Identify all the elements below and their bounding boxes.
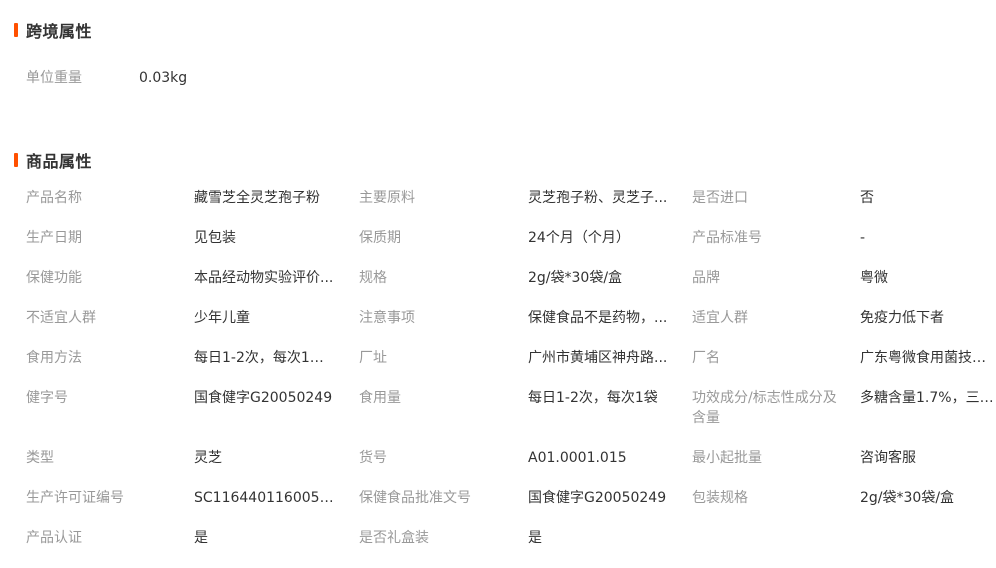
attr-label: 规格 xyxy=(359,270,387,286)
attr-value: 少年儿童 xyxy=(194,310,250,326)
attr-label: 包装规格 xyxy=(692,490,748,506)
unit-weight-value: 0.03kg xyxy=(139,70,188,86)
attr-label: 是否进口 xyxy=(692,190,748,206)
attr-label: 食用量 xyxy=(359,390,401,406)
attr-value: A01.0001.015 xyxy=(528,450,627,466)
attr-label: 保健食品批准文号 xyxy=(359,490,471,506)
attr-label: 品牌 xyxy=(692,270,720,286)
attr-label: 厂址 xyxy=(359,350,387,366)
attr-value: 国食健字G20050249 xyxy=(194,390,333,406)
attr-label: 保质期 xyxy=(359,230,401,246)
attr-label: 最小起批量 xyxy=(692,450,762,466)
attr-value: 保健食品不是药物，... xyxy=(528,310,668,326)
attr-label: 生产许可证编号 xyxy=(26,490,124,506)
attr-label: 健字号 xyxy=(26,390,68,406)
attr-value: 见包装 xyxy=(194,230,236,246)
section-marker xyxy=(14,23,18,37)
attr-label: 食用方法 xyxy=(26,350,82,366)
attr-label: 产品认证 xyxy=(26,530,82,546)
attr-value: 国食健字G20050249 xyxy=(528,490,667,506)
product-attr-section-title: 商品属性 xyxy=(14,150,93,171)
attr-value: 多糖含量1.7%，三萜... xyxy=(860,390,996,406)
attr-value: 2g/袋*30袋/盒 xyxy=(528,270,623,286)
unit-weight-label: 单位重量 xyxy=(26,70,82,86)
attr-value: 免疫力低下者 xyxy=(860,310,944,326)
attr-value: 灵芝孢子粉、灵芝子... xyxy=(528,190,668,206)
attr-label: 注意事项 xyxy=(359,310,415,326)
attr-label: 主要原料 xyxy=(359,190,415,206)
attr-value: 粤微 xyxy=(860,270,888,286)
attr-value: - xyxy=(860,230,866,246)
product-attr-title: 商品属性 xyxy=(26,152,93,171)
attr-value: 每日1-2次，每次1袋... xyxy=(194,350,334,366)
attr-value: 是 xyxy=(528,530,542,546)
attr-label: 保健功能 xyxy=(26,270,82,286)
cross-border-title: 跨境属性 xyxy=(26,22,93,41)
attr-value: 每日1-2次，每次1袋 xyxy=(528,390,658,406)
attr-value: 广州市黄埔区神舟路... xyxy=(528,350,668,366)
attr-label: 产品标准号 xyxy=(692,230,762,246)
attr-label: 产品名称 xyxy=(26,190,82,206)
attr-value: SC11644011600513 xyxy=(194,490,334,506)
attr-value: 藏雪芝全灵芝孢子粉 xyxy=(194,190,320,206)
attr-value: 本品经动物实验评价... xyxy=(194,270,334,286)
attr-value: 灵芝 xyxy=(194,450,222,466)
attr-label: 类型 xyxy=(26,450,54,466)
attr-label: 是否礼盒装 xyxy=(359,530,429,546)
attr-label: 适宜人群 xyxy=(692,310,748,326)
attr-label: 功效成分/标志性成分及含量 xyxy=(692,390,837,426)
attr-value: 是 xyxy=(194,530,208,546)
attr-label: 货号 xyxy=(359,450,387,466)
attr-value: 否 xyxy=(860,190,874,206)
attr-value: 广东粤微食用菌技术... xyxy=(860,350,996,366)
attr-value: 咨询客服 xyxy=(860,450,916,466)
cross-border-section-title: 跨境属性 xyxy=(14,20,93,41)
attr-label: 不适宜人群 xyxy=(26,310,96,326)
attr-value: 2g/袋*30袋/盒 xyxy=(860,490,955,506)
product-attributes-table: 产品名称 藏雪芝全灵芝孢子粉 主要原料 灵芝孢子粉、灵芝子... 是否进口 否 … xyxy=(26,188,996,568)
attr-value: 24个月（个月） xyxy=(528,230,630,246)
attr-label: 厂名 xyxy=(692,350,720,366)
attr-label: 生产日期 xyxy=(26,230,82,246)
section-marker xyxy=(14,153,18,167)
